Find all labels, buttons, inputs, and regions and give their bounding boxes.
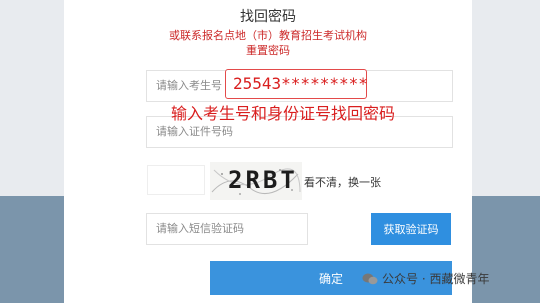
notice-line-2: 重置密码 xyxy=(246,44,290,57)
exam-number-placeholder: 请输入考生号 xyxy=(156,79,222,92)
captcha-image[interactable]: 2RBT xyxy=(210,162,302,200)
sms-code-placeholder: 请输入短信验证码 xyxy=(156,222,244,235)
captcha-text: 2RBT xyxy=(228,166,298,194)
exam-number-example: 25543********* xyxy=(225,69,368,99)
get-code-button[interactable]: 获取验证码 xyxy=(371,213,451,245)
watermark: 公众号 · 西藏微青年 xyxy=(362,270,489,287)
reset-password-card: 找回密码 或联系报名点地（市）教育招生考试机构 重置密码 请输入考生号 请输入证… xyxy=(64,0,472,303)
id-number-placeholder: 请输入证件号码 xyxy=(156,125,233,138)
sms-code-input[interactable]: 请输入短信验证码 xyxy=(146,213,308,245)
annotation-caption: 输入考生号和身份证号找回密码 xyxy=(171,104,396,123)
page-title: 找回密码 xyxy=(240,9,296,25)
wechat-icon xyxy=(362,273,378,284)
refresh-captcha-link[interactable]: 看不清，换一张 xyxy=(304,174,381,190)
notice-line-1: 或联系报名点地（市）教育招生考试机构 xyxy=(169,29,367,42)
watermark-text: 公众号 · 西藏微青年 xyxy=(382,272,490,286)
captcha-input[interactable] xyxy=(147,165,205,195)
